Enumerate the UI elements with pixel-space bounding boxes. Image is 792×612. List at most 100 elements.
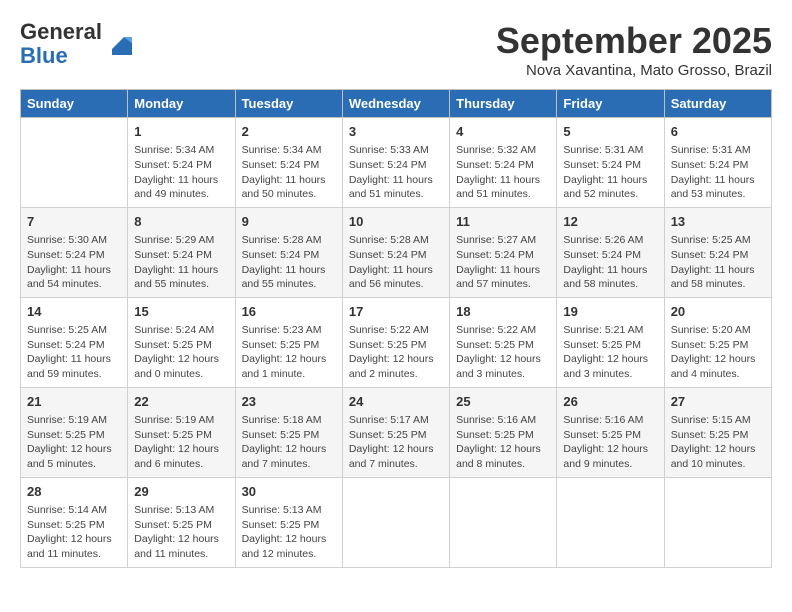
day-number: 6 [671, 123, 765, 141]
calendar-cell: 14 Sunrise: 5:25 AM Sunset: 5:24 PM Dayli… [21, 297, 128, 387]
calendar-cell: 7 Sunrise: 5:30 AM Sunset: 5:24 PM Daylig… [21, 207, 128, 297]
calendar-cell [557, 477, 664, 567]
calendar-cell [342, 477, 449, 567]
day-info: Sunrise: 5:17 AM Sunset: 5:25 PM Dayligh… [349, 413, 443, 472]
logo-general: General [20, 19, 102, 44]
day-number: 17 [349, 303, 443, 321]
day-info: Sunrise: 5:16 AM Sunset: 5:25 PM Dayligh… [563, 413, 657, 472]
week-row-3: 14 Sunrise: 5:25 AM Sunset: 5:24 PM Dayli… [21, 297, 772, 387]
calendar-cell: 19Sunrise: 5:21 AM Sunset: 5:25 PM Dayli… [557, 297, 664, 387]
day-info: Sunrise: 5:13 AM Sunset: 5:25 PM Dayligh… [134, 503, 228, 562]
logo: General Blue [20, 20, 134, 68]
weekday-header-wednesday: Wednesday [342, 90, 449, 118]
day-number: 8 [134, 213, 228, 231]
day-number: 11 [456, 213, 550, 231]
day-info: Sunrise: 5:26 AM Sunset: 5:24 PM Dayligh… [563, 233, 657, 292]
calendar-cell: 15 Sunrise: 5:24 AM Sunset: 5:25 PM Dayli… [128, 297, 235, 387]
calendar-cell: 28Sunrise: 5:14 AM Sunset: 5:25 PM Dayli… [21, 477, 128, 567]
day-number: 2 [242, 123, 336, 141]
logo-icon [104, 29, 134, 59]
day-info: Sunrise: 5:32 AM Sunset: 5:24 PM Dayligh… [456, 143, 550, 202]
calendar-cell: 13 Sunrise: 5:25 AM Sunset: 5:24 PM Dayli… [664, 207, 771, 297]
calendar-cell: 11Sunrise: 5:27 AM Sunset: 5:24 PM Dayli… [450, 207, 557, 297]
day-info: Sunrise: 5:24 AM Sunset: 5:25 PM Dayligh… [134, 323, 228, 382]
day-number: 18 [456, 303, 550, 321]
day-number: 12 [563, 213, 657, 231]
title-block: September 2025 Nova Xavantina, Mato Gros… [496, 20, 772, 79]
day-number: 19 [563, 303, 657, 321]
day-number: 3 [349, 123, 443, 141]
day-number: 15 [134, 303, 228, 321]
calendar-cell: 8 Sunrise: 5:29 AM Sunset: 5:24 PM Daylig… [128, 207, 235, 297]
day-number: 7 [27, 213, 121, 231]
week-row-5: 28Sunrise: 5:14 AM Sunset: 5:25 PM Dayli… [21, 477, 772, 567]
day-info: Sunrise: 5:25 AM Sunset: 5:24 PM Dayligh… [27, 323, 121, 382]
day-info: Sunrise: 5:19 AM Sunset: 5:25 PM Dayligh… [27, 413, 121, 472]
calendar-cell: 6 Sunrise: 5:31 AM Sunset: 5:24 PM Daylig… [664, 118, 771, 208]
weekday-header-row: SundayMondayTuesdayWednesdayThursdayFrid… [21, 90, 772, 118]
day-info: Sunrise: 5:22 AM Sunset: 5:25 PM Dayligh… [349, 323, 443, 382]
day-number: 14 [27, 303, 121, 321]
week-row-4: 21Sunrise: 5:19 AM Sunset: 5:25 PM Dayli… [21, 387, 772, 477]
day-number: 23 [242, 393, 336, 411]
calendar-cell: 27 Sunrise: 5:15 AM Sunset: 5:25 PM Dayli… [664, 387, 771, 477]
day-number: 10 [349, 213, 443, 231]
day-info: Sunrise: 5:30 AM Sunset: 5:24 PM Dayligh… [27, 233, 121, 292]
day-info: Sunrise: 5:15 AM Sunset: 5:25 PM Dayligh… [671, 413, 765, 472]
weekday-header-thursday: Thursday [450, 90, 557, 118]
calendar-cell [450, 477, 557, 567]
calendar-cell: 16 Sunrise: 5:23 AM Sunset: 5:25 PM Dayli… [235, 297, 342, 387]
day-info: Sunrise: 5:20 AM Sunset: 5:25 PM Dayligh… [671, 323, 765, 382]
day-info: Sunrise: 5:28 AM Sunset: 5:24 PM Dayligh… [349, 233, 443, 292]
month-title: September 2025 [496, 20, 772, 62]
calendar-cell: 18Sunrise: 5:22 AM Sunset: 5:25 PM Dayli… [450, 297, 557, 387]
day-number: 26 [563, 393, 657, 411]
day-number: 29 [134, 483, 228, 501]
day-number: 4 [456, 123, 550, 141]
calendar-cell: 3Sunrise: 5:33 AM Sunset: 5:24 PM Daylig… [342, 118, 449, 208]
day-number: 9 [242, 213, 336, 231]
calendar-cell: 10 Sunrise: 5:28 AM Sunset: 5:24 PM Dayli… [342, 207, 449, 297]
day-info: Sunrise: 5:31 AM Sunset: 5:24 PM Dayligh… [671, 143, 765, 202]
calendar-cell: 29 Sunrise: 5:13 AM Sunset: 5:25 PM Dayli… [128, 477, 235, 567]
day-info: Sunrise: 5:25 AM Sunset: 5:24 PM Dayligh… [671, 233, 765, 292]
day-info: Sunrise: 5:29 AM Sunset: 5:24 PM Dayligh… [134, 233, 228, 292]
day-info: Sunrise: 5:31 AM Sunset: 5:24 PM Dayligh… [563, 143, 657, 202]
day-info: Sunrise: 5:16 AM Sunset: 5:25 PM Dayligh… [456, 413, 550, 472]
weekday-header-friday: Friday [557, 90, 664, 118]
week-row-1: 1 Sunrise: 5:34 AM Sunset: 5:24 PM Daylig… [21, 118, 772, 208]
calendar-cell: 2Sunrise: 5:34 AM Sunset: 5:24 PM Daylig… [235, 118, 342, 208]
calendar-cell: 22Sunrise: 5:19 AM Sunset: 5:25 PM Dayli… [128, 387, 235, 477]
calendar-cell: 9Sunrise: 5:28 AM Sunset: 5:24 PM Daylig… [235, 207, 342, 297]
calendar-cell [21, 118, 128, 208]
calendar-cell: 12 Sunrise: 5:26 AM Sunset: 5:24 PM Dayli… [557, 207, 664, 297]
weekday-header-monday: Monday [128, 90, 235, 118]
weekday-header-saturday: Saturday [664, 90, 771, 118]
day-number: 27 [671, 393, 765, 411]
day-number: 22 [134, 393, 228, 411]
week-row-2: 7 Sunrise: 5:30 AM Sunset: 5:24 PM Daylig… [21, 207, 772, 297]
day-info: Sunrise: 5:13 AM Sunset: 5:25 PM Dayligh… [242, 503, 336, 562]
calendar-cell: 26 Sunrise: 5:16 AM Sunset: 5:25 PM Dayli… [557, 387, 664, 477]
calendar-cell: 20 Sunrise: 5:20 AM Sunset: 5:25 PM Dayli… [664, 297, 771, 387]
day-number: 5 [563, 123, 657, 141]
calendar-cell: 25 Sunrise: 5:16 AM Sunset: 5:25 PM Dayli… [450, 387, 557, 477]
day-number: 13 [671, 213, 765, 231]
day-info: Sunrise: 5:23 AM Sunset: 5:25 PM Dayligh… [242, 323, 336, 382]
calendar-cell: 17 Sunrise: 5:22 AM Sunset: 5:25 PM Dayli… [342, 297, 449, 387]
logo-blue: Blue [20, 43, 68, 68]
calendar-cell: 30Sunrise: 5:13 AM Sunset: 5:25 PM Dayli… [235, 477, 342, 567]
calendar-cell: 23Sunrise: 5:18 AM Sunset: 5:25 PM Dayli… [235, 387, 342, 477]
day-info: Sunrise: 5:34 AM Sunset: 5:24 PM Dayligh… [134, 143, 228, 202]
calendar-cell: 1 Sunrise: 5:34 AM Sunset: 5:24 PM Daylig… [128, 118, 235, 208]
calendar-cell: 4 Sunrise: 5:32 AM Sunset: 5:24 PM Daylig… [450, 118, 557, 208]
day-number: 24 [349, 393, 443, 411]
calendar-cell: 24 Sunrise: 5:17 AM Sunset: 5:25 PM Dayli… [342, 387, 449, 477]
day-number: 16 [242, 303, 336, 321]
day-number: 25 [456, 393, 550, 411]
calendar-table: SundayMondayTuesdayWednesdayThursdayFrid… [20, 89, 772, 568]
day-number: 1 [134, 123, 228, 141]
day-number: 28 [27, 483, 121, 501]
day-number: 20 [671, 303, 765, 321]
calendar-cell: 21Sunrise: 5:19 AM Sunset: 5:25 PM Dayli… [21, 387, 128, 477]
